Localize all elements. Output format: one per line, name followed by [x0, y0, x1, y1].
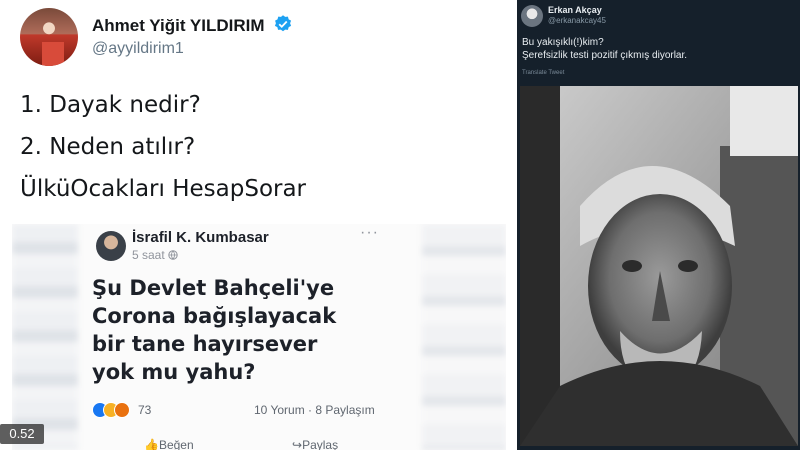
right-tweet-screenshot: Erkan Akçay @erkanakcay45 Bu yakışıklı(!… [517, 0, 800, 450]
fb-post-text: Şu Devlet Bahçeli'ye Corona bağışlayacak… [92, 274, 412, 386]
embedded-facebook-post: İsrafil K. Kumbasar 5 saat ··· Şu Devlet… [12, 224, 506, 450]
tweet-text: Bu yakışıklı(!)kim? Şerefsizlik testi po… [522, 36, 687, 62]
more-options-button[interactable]: ··· [360, 224, 379, 242]
reaction-count[interactable]: 73 [138, 403, 151, 417]
tweet-line-2: 2. Neden atılır? [20, 134, 196, 160]
author-avatar[interactable] [521, 5, 543, 27]
comments-shares-count[interactable]: 10 Yorum · 8 Paylaşım [254, 403, 375, 417]
fb-post-line: Şu Devlet Bahçeli'ye [92, 276, 335, 300]
fb-author-avatar[interactable] [96, 231, 126, 261]
like-button[interactable]: 👍 Beğen [144, 438, 194, 450]
tweet-hashtag-line[interactable]: ÜlküOcakları HesapSorar [20, 176, 306, 202]
fb-author-name[interactable]: İsrafil K. Kumbasar [132, 229, 269, 246]
author-name[interactable]: Ahmet Yiğit YILDIRIM [92, 14, 293, 36]
fb-post-line: yok mu yahu? [92, 360, 256, 384]
share-button[interactable]: ↪ Paylaş [292, 438, 338, 450]
fb-post-time-text[interactable]: 5 saat [132, 248, 165, 262]
tweet-line-1: 1. Dayak nedir? [20, 92, 201, 118]
fb-post-line: bir tane hayırsever [92, 332, 318, 356]
verified-badge-icon [275, 15, 292, 32]
translate-tweet-link[interactable]: Translate Tweet [522, 70, 564, 76]
author-name[interactable]: Erkan Akçay [548, 5, 602, 15]
author-handle[interactable]: @ayyildirim1 [92, 40, 184, 58]
angry-reaction-icon [114, 402, 130, 418]
fb-post-line: Corona bağışlayacak [92, 304, 337, 328]
globe-icon [168, 250, 178, 260]
video-timestamp: 0.52 [0, 424, 44, 444]
like-button-label[interactable]: Beğen [159, 438, 194, 450]
author-avatar[interactable] [20, 8, 78, 66]
tweet-line: Bu yakışıklı(!)kim? [522, 37, 604, 48]
attached-photo[interactable] [520, 86, 798, 446]
blurred-region [12, 224, 78, 450]
share-button-label[interactable]: Paylaş [302, 438, 338, 450]
blurred-region [422, 224, 506, 450]
tweet-line: Şerefsizlik testi pozitif çıkmış diyorla… [522, 50, 688, 61]
photo-image [520, 86, 798, 446]
fb-post-time[interactable]: 5 saat [132, 248, 178, 262]
left-tweet-screenshot: Ahmet Yiğit YILDIRIM @ayyildirim1 1. Day… [0, 0, 512, 450]
author-handle[interactable]: @erkanakcay45 [548, 16, 606, 25]
author-name-text[interactable]: Ahmet Yiğit YILDIRIM [92, 16, 265, 35]
